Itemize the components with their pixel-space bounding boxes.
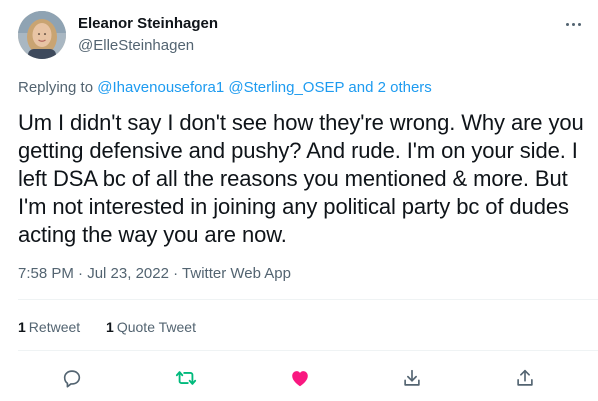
divider [18,299,598,300]
quotes-count: 1 [106,319,114,335]
meta-separator: · [78,265,84,282]
more-dots-icon[interactable] [560,14,586,34]
retweet-icon [175,371,197,385]
mention-connector[interactable]: and [348,79,373,96]
reply-button[interactable] [57,363,87,393]
bookmark-button[interactable] [397,363,427,393]
mention-link-1[interactable]: @Ihavenousefora1 [97,79,224,96]
tweet-meta: 7:58 PM · Jul 23, 2022 · Twitter Web App [18,265,291,282]
avatar[interactable] [18,11,66,59]
replying-to: Replying to @Ihavenousefora1 @Sterling_O… [18,79,432,96]
tweet-stats: 1 Retweet 1 Quote Tweet [18,319,218,335]
meta-separator: · [173,265,179,282]
retweets-label: Retweet [28,319,81,335]
share-icon [517,369,533,386]
mention-others-link[interactable]: 2 others [378,79,432,96]
author-name[interactable]: Eleanor Steinhagen [78,15,218,32]
retweets-stat[interactable]: 1 Retweet [18,319,80,335]
tweet: Eleanor Steinhagen @ElleSteinhagen Reply… [0,0,598,401]
author-handle[interactable]: @ElleSteinhagen [78,37,194,54]
quotes-label: Quote Tweet [116,319,196,335]
bookmark-arrow-icon [404,369,420,386]
reply-icon [63,370,81,388]
heart-filled-icon [292,371,308,387]
retweet-button[interactable] [171,363,201,393]
tweet-source[interactable]: Twitter Web App [182,265,291,282]
retweets-count: 1 [18,319,26,335]
mention-link-2[interactable]: @Sterling_OSEP [228,79,344,96]
replying-prefix: Replying to [18,79,94,96]
like-button[interactable] [285,363,315,393]
tweet-text: Um I didn't say I don't see how they're … [18,110,584,247]
avatar-photo [18,11,66,59]
tweet-date[interactable]: Jul 23, 2022 [87,265,169,282]
tweet-time[interactable]: 7:58 PM [18,265,74,282]
quotes-stat[interactable]: 1 Quote Tweet [106,319,196,335]
share-button[interactable] [510,363,540,393]
divider [18,350,598,351]
